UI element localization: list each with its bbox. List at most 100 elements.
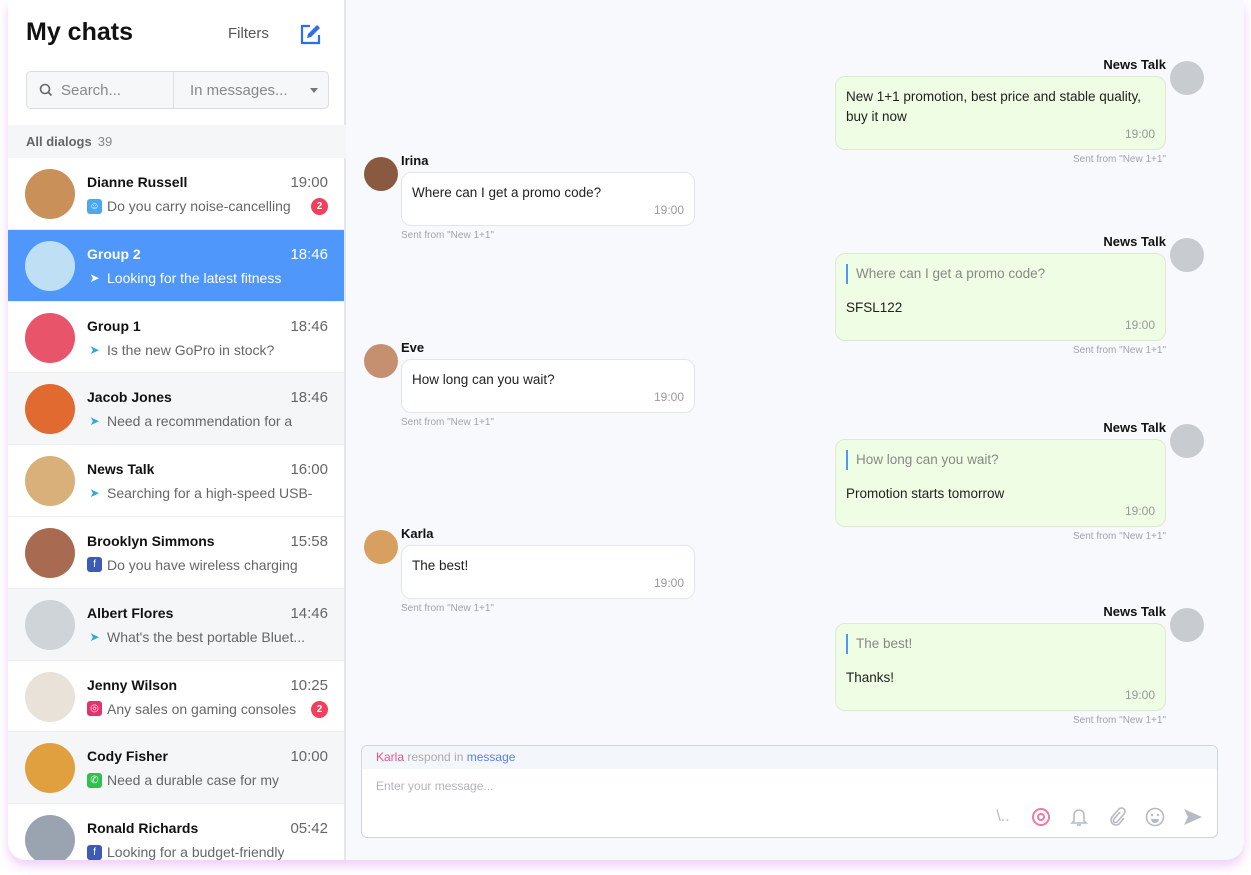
chat-list-item[interactable]: Cody Fisher 10:00 ✆ Need a durable case f… xyxy=(8,732,344,805)
chat-name: News Talk xyxy=(87,461,155,478)
message-bubble[interactable]: Where can I get a promo code? SFSL122 19… xyxy=(835,253,1166,341)
chat-list-item[interactable]: News Talk 16:00 ➤ Searching for a high-sp… xyxy=(8,445,344,517)
telegram-icon: ➤ xyxy=(89,342,100,357)
preview-text: Need a durable case for my xyxy=(107,772,279,789)
chat-preview: ➤ Looking for the latest fitness xyxy=(87,270,281,286)
message-sender: News Talk xyxy=(1103,604,1166,619)
filters-button[interactable]: Filters xyxy=(228,25,269,42)
quoted-message[interactable]: Where can I get a promo code? xyxy=(846,264,1155,284)
chat-list-item[interactable]: Group 2 18:46 ➤ Looking for the latest fi… xyxy=(8,229,344,302)
reply-context: Karla respond in message xyxy=(362,746,1217,769)
chat-time: 14:46 xyxy=(290,604,328,622)
chat-preview: ◎ Any sales on gaming consoles xyxy=(87,701,296,717)
sender-avatar xyxy=(1170,61,1204,95)
telegram-icon: ➤ xyxy=(89,486,100,501)
paperclip-icon[interactable] xyxy=(1107,807,1127,827)
search-icon xyxy=(39,83,53,97)
chat-list-item[interactable]: Brooklyn Simmons 15:58 f Do you have wire… xyxy=(8,516,344,589)
preview-text: Any sales on gaming consoles xyxy=(107,700,297,717)
instagram-icon: ◎ xyxy=(87,701,102,717)
chat-list-item[interactable]: Albert Flores 14:46 ➤ What's the best por… xyxy=(8,588,344,661)
search-scope-dropdown[interactable]: In messages... xyxy=(174,72,328,108)
message-composer: Karla respond in message Enter your mess… xyxy=(361,745,1218,838)
chat-name: Brooklyn Simmons xyxy=(87,532,215,549)
chat-name: Group 2 xyxy=(87,245,141,262)
message: News Talk Where can I get a promo code? … xyxy=(835,234,1166,356)
chat-preview: ✆ Need a durable case for my xyxy=(87,772,279,788)
message-bubble[interactable]: The best! 19:00 xyxy=(401,545,695,599)
avatar xyxy=(25,671,75,722)
all-dialogs-header: All dialogs 39 xyxy=(8,125,346,158)
chat-name: Ronald Richards xyxy=(87,820,199,837)
message-bubble[interactable]: The best! Thanks! 19:00 xyxy=(835,623,1166,711)
quoted-message[interactable]: The best! xyxy=(846,634,1155,654)
bell-icon[interactable] xyxy=(1069,807,1089,827)
avatar xyxy=(25,384,75,435)
emoji-icon[interactable] xyxy=(1145,807,1165,827)
search-input[interactable]: Search... xyxy=(27,72,174,108)
chat-preview: ☺ Do you carry noise-cancelling xyxy=(87,198,291,214)
message-time: 19:00 xyxy=(1124,688,1155,702)
chat-time: 18:46 xyxy=(290,245,328,263)
chat-preview: f Do you have wireless charging xyxy=(87,557,298,573)
avatar xyxy=(25,815,75,860)
all-dialogs-label: All dialogs xyxy=(26,134,92,149)
chat-sidebar: My chats Filters Search... In messages..… xyxy=(8,0,346,860)
slash-command-icon[interactable]: \.. xyxy=(993,807,1013,827)
avatar xyxy=(25,743,75,794)
chat-list-item[interactable]: Dianne Russell 19:00 ☺ Do you carry noise… xyxy=(8,158,344,230)
chat-list-item[interactable]: Jenny Wilson 10:25 ◎ Any sales on gaming … xyxy=(8,660,344,733)
compose-icon[interactable] xyxy=(299,24,321,46)
message-text: How long can you wait? xyxy=(412,372,555,387)
sender-avatar xyxy=(364,344,398,378)
avatar xyxy=(25,527,75,578)
sent-from-label: Sent from "New 1+1" xyxy=(1073,531,1166,542)
chat-time: 19:00 xyxy=(290,174,328,191)
chat-list-item[interactable]: Group 1 18:46 ➤ Is the new GoPro in stock… xyxy=(8,301,344,374)
chat-list-item[interactable]: Jacob Jones 18:46 ➤ Need a recommendation… xyxy=(8,373,344,446)
chat-name: Albert Flores xyxy=(87,604,174,621)
chat-list-item[interactable]: Ronald Richards 05:42 f Looking for a bud… xyxy=(8,804,344,860)
message-time: 19:00 xyxy=(653,576,684,590)
avatar xyxy=(25,599,75,650)
message: Karla The best! 19:00 Sent from "New 1+1… xyxy=(401,526,695,614)
unread-badge: 2 xyxy=(311,198,328,215)
preview-text: Searching for a high-speed USB- xyxy=(107,485,313,502)
quoted-message[interactable]: How long can you wait? xyxy=(846,450,1155,470)
sender-avatar xyxy=(1170,424,1204,458)
message-bubble[interactable]: Where can I get a promo code? 19:00 xyxy=(401,172,695,226)
message-text: Thanks! xyxy=(846,670,895,685)
chat-name: Cody Fisher xyxy=(87,748,168,765)
message-sender: News Talk xyxy=(1103,57,1166,72)
sent-from-label: Sent from "New 1+1" xyxy=(1073,345,1166,356)
avatar xyxy=(25,169,75,219)
message-bubble[interactable]: How long can you wait? Promotion starts … xyxy=(835,439,1166,527)
message-sender: Irina xyxy=(401,153,429,168)
preview-text: Looking for a budget-friendly xyxy=(107,844,285,860)
chat-time: 16:00 xyxy=(290,461,328,479)
chat-preview: f Looking for a budget-friendly xyxy=(87,844,284,860)
reply-target[interactable]: message xyxy=(467,750,516,764)
send-icon[interactable] xyxy=(1183,807,1203,827)
chat-time: 05:42 xyxy=(290,820,328,838)
message-bubble[interactable]: New 1+1 promotion, best price and stable… xyxy=(835,76,1166,150)
chat-time: 18:46 xyxy=(290,389,328,407)
telegram-icon: ➤ xyxy=(89,270,100,285)
chat-preview: ➤ Searching for a high-speed USB- xyxy=(87,485,312,501)
message-input[interactable]: Enter your message... xyxy=(362,769,1217,803)
preview-text: Need a recommendation for a xyxy=(107,413,293,430)
chat-name: Jenny Wilson xyxy=(87,676,178,693)
app-window: My chats Filters Search... In messages..… xyxy=(8,0,1244,860)
reply-name[interactable]: Karla xyxy=(376,750,404,764)
message-text: Promotion starts tomorrow xyxy=(846,486,1005,501)
message-bubble[interactable]: How long can you wait? 19:00 xyxy=(401,359,695,413)
message-text: SFSL122 xyxy=(846,300,903,315)
chat-preview: ➤ What's the best portable Bluet... xyxy=(87,629,305,645)
telegram-icon: ➤ xyxy=(89,629,100,644)
eye-icon[interactable] xyxy=(1031,807,1051,827)
chat-name: Dianne Russell xyxy=(87,174,188,190)
message-time: 19:00 xyxy=(1124,504,1155,518)
avatar xyxy=(25,312,75,363)
search-placeholder: Search... xyxy=(61,81,122,99)
message: News Talk The best! Thanks! 19:00 Sent f… xyxy=(835,604,1166,726)
